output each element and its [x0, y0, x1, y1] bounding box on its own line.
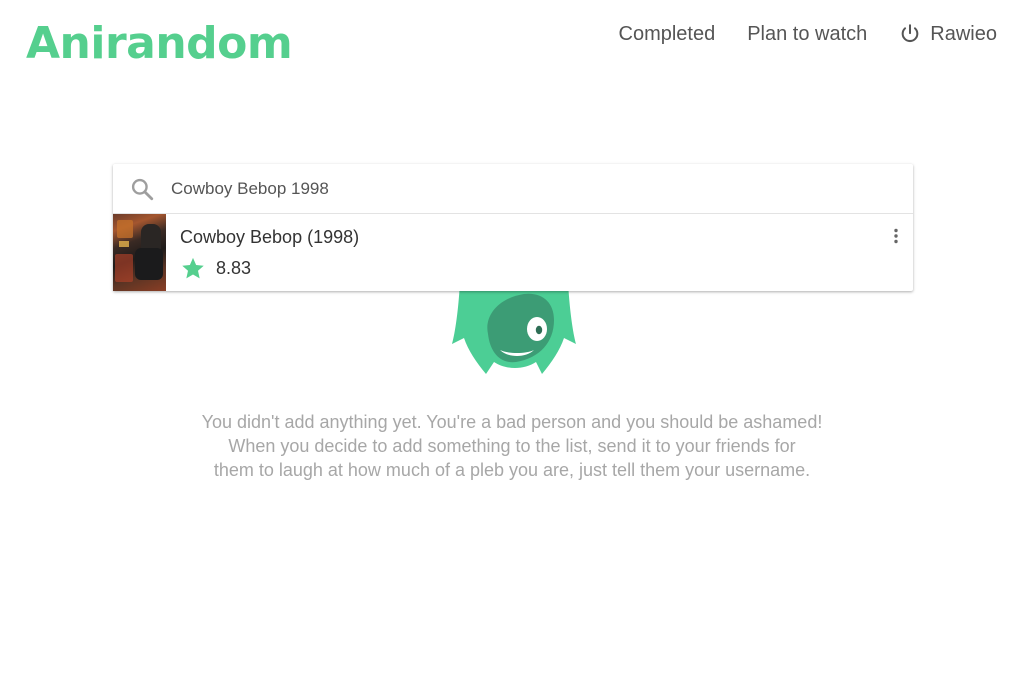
empty-state-line: When you decide to add something to the …	[228, 436, 796, 456]
nav-plan-to-watch-link[interactable]: Plan to watch	[747, 20, 867, 48]
search-card: Cowboy Bebop (1998) 8.83	[113, 164, 913, 291]
result-thumbnail	[113, 214, 166, 291]
result-title: Cowboy Bebop (1998)	[180, 227, 360, 247]
search-result-item[interactable]: Cowboy Bebop (1998) 8.83	[113, 214, 913, 291]
result-score: 8.83	[180, 256, 359, 281]
search-bar	[113, 164, 913, 214]
nav-completed-link[interactable]: Completed	[619, 20, 716, 48]
result-info: Cowboy Bebop (1998) 8.83	[180, 214, 359, 291]
username-label: Rawieo	[930, 23, 997, 45]
result-score-value: 8.83	[216, 258, 252, 278]
app-logo[interactable]: Anirandom	[26, 14, 293, 74]
empty-state-message: You didn't add anything yet. You're a ba…	[130, 410, 894, 482]
more-options-icon[interactable]	[893, 228, 899, 244]
star-icon	[182, 257, 204, 279]
top-nav: Completed Plan to watch Rawieo	[587, 20, 998, 48]
empty-state-line: them to laugh at how much of a pleb you …	[213, 460, 811, 480]
search-icon	[131, 178, 154, 200]
empty-state-line: You didn't add anything yet. You're a ba…	[201, 412, 823, 432]
user-logout-button[interactable]: Rawieo	[899, 20, 997, 48]
search-input[interactable]	[171, 178, 913, 199]
power-icon	[901, 24, 919, 43]
